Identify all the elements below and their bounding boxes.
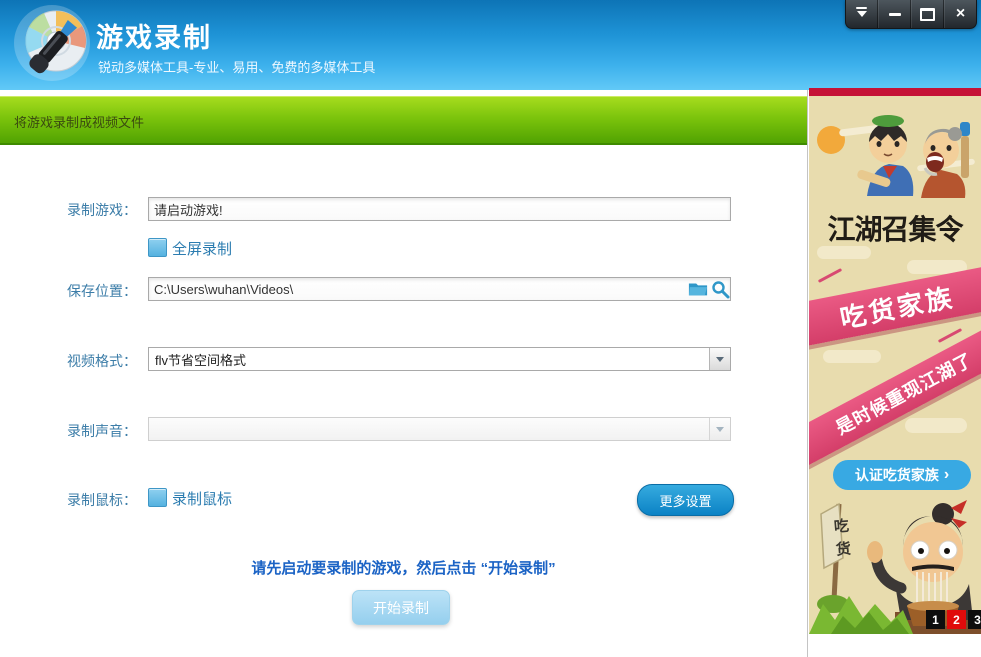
folder-icon [688,281,708,297]
minimize-icon [889,13,901,16]
ad-ribbon-primary: 吃货家族 [809,264,981,348]
browse-folder-button[interactable] [688,279,708,299]
app-title: 游戏录制 [96,16,212,55]
chevron-down-icon [709,418,730,440]
window-menu-button[interactable] [846,0,878,28]
save-location-input[interactable] [148,277,731,301]
search-button[interactable] [710,279,730,299]
fullscreen-checkbox[interactable] [148,238,167,257]
maximize-icon [920,8,935,21]
section-banner: 将游戏录制成视频文件 [0,96,807,145]
ad-panel[interactable]: 江湖召集令 吃货家族 是时候重现江湖了 认证吃货家族 › [809,88,981,634]
ad-page-2[interactable]: 2 [947,610,966,629]
record-sound-label: 录制声音： [40,421,137,441]
ad-cta-label: 认证吃货家族 [855,465,939,485]
maximize-button[interactable] [911,0,944,28]
ad-top-stripe [809,88,981,96]
search-icon [711,280,730,299]
ad-flag-text: 吃货 [833,515,855,561]
window-controls: × [845,0,977,29]
ad-cloud-decoration [905,418,967,433]
save-location-icons [688,279,730,299]
section-title: 将游戏录制成视频文件 [14,112,144,131]
ad-cta-button[interactable]: 认证吃货家族 › [833,460,971,490]
ad-ribbon-secondary: 是时候重现江湖了 [809,318,981,467]
app-window: 游戏录制 锐动多媒体工具-专业、易用、免费的多媒体工具 × 将游戏录制成视频文件… [0,0,981,657]
app-subtitle: 锐动多媒体工具-专业、易用、免费的多媒体工具 [98,57,375,76]
start-recording-button[interactable]: 开始录制 [352,590,450,625]
ad-headline: 江湖召集令 [809,208,981,248]
ad-warriors-illustration [809,96,981,208]
close-button[interactable]: × [944,0,976,28]
video-format-label: 视频格式： [40,351,137,371]
close-icon: × [956,6,965,22]
instruction-text: 请先启动要录制的游戏，然后点击 “开始录制” [0,557,807,578]
chevron-down-icon [856,7,867,22]
content-divider [807,90,808,657]
ad-page-1[interactable]: 1 [926,610,945,629]
record-game-label: 录制游戏： [40,200,137,220]
record-mouse-checkbox[interactable] [148,488,167,507]
app-logo-icon [8,3,92,87]
record-mouse-label: 录制鼠标： [40,490,137,510]
ad-cloud-decoration [823,350,881,363]
fullscreen-checkbox-label[interactable]: 全屏录制 [172,238,232,259]
video-format-value: flv节省空间格式 [149,350,709,369]
ad-spark-decoration [938,328,962,343]
chevron-right-icon: › [944,466,949,484]
more-settings-button[interactable]: 更多设置 [637,484,734,516]
ad-page-3[interactable]: 3 [968,610,981,629]
ad-spark-decoration [818,268,842,283]
video-format-select[interactable]: flv节省空间格式 [148,347,731,371]
record-game-input[interactable] [148,197,731,221]
header: 游戏录制 锐动多媒体工具-专业、易用、免费的多媒体工具 × [0,0,981,90]
save-location-label: 保存位置： [40,281,137,301]
minimize-button[interactable] [878,0,911,28]
record-sound-select[interactable] [148,417,731,441]
ad-pagination: 1 2 3 [926,610,981,629]
chevron-down-icon [709,348,730,370]
record-mouse-checkbox-label[interactable]: 录制鼠标 [172,488,232,509]
